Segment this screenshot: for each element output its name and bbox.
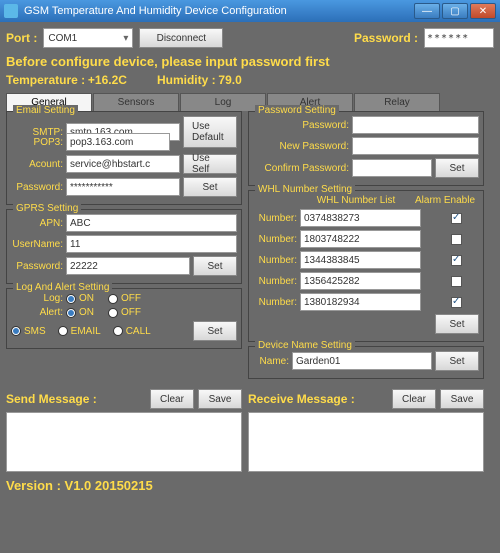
warning-text: Before configure device, please input pa… xyxy=(6,54,494,69)
recv-textarea[interactable] xyxy=(248,412,484,472)
whl-cb4[interactable] xyxy=(451,276,462,287)
maximize-button[interactable]: ▢ xyxy=(442,3,468,19)
gprs-group: GPRS Setting APN: UserName: Password:Set xyxy=(6,209,242,284)
sms-radio[interactable] xyxy=(11,326,21,336)
password-input[interactable] xyxy=(424,28,494,48)
pwset-pw-input[interactable] xyxy=(352,116,479,134)
tab-log[interactable]: Log xyxy=(180,93,266,111)
gprs-set-button[interactable]: Set xyxy=(193,256,237,276)
chevron-down-icon: ▾ xyxy=(123,33,128,44)
send-clear-button[interactable]: Clear xyxy=(150,389,194,409)
log-off-radio[interactable] xyxy=(108,294,118,304)
window-title: GSM Temperature And Humidity Device Conf… xyxy=(24,5,414,17)
recv-title: Receive Message : xyxy=(248,392,388,406)
gprs-pw-input[interactable] xyxy=(66,257,190,275)
alert-on-radio[interactable] xyxy=(66,308,76,318)
send-title: Send Message : xyxy=(6,392,146,406)
pwset-new-input[interactable] xyxy=(352,137,479,155)
minimize-button[interactable]: — xyxy=(414,3,440,19)
temp-label: Temperature : xyxy=(6,73,85,87)
logalert-group: Log And Alert Setting Log: ON OFF Alert:… xyxy=(6,288,242,349)
email-radio[interactable] xyxy=(58,326,68,336)
whl-set-button[interactable]: Set xyxy=(435,314,479,334)
logalert-set-button[interactable]: Set xyxy=(193,321,237,341)
pop3-input[interactable] xyxy=(66,133,170,151)
gprs-user-input[interactable] xyxy=(66,235,237,253)
port-combo[interactable]: COM1▾ xyxy=(43,28,133,48)
port-label: Port : xyxy=(6,31,37,45)
email-set-button[interactable]: Set xyxy=(183,177,237,197)
recv-clear-button[interactable]: Clear xyxy=(392,389,436,409)
apn-input[interactable] xyxy=(66,214,237,232)
devname-set-button[interactable]: Set xyxy=(435,351,479,371)
use-default-button[interactable]: Use Default xyxy=(183,116,237,148)
whl-cb2[interactable] xyxy=(451,234,462,245)
devname-input[interactable] xyxy=(292,352,432,370)
pwset-group: Password Setting Password: New Password:… xyxy=(248,111,484,186)
whl-cb5[interactable] xyxy=(451,297,462,308)
close-button[interactable]: ✕ xyxy=(470,3,496,19)
recv-save-button[interactable]: Save xyxy=(440,389,484,409)
password-label: Password : xyxy=(354,31,418,45)
whl-cb3[interactable] xyxy=(451,255,462,266)
whl-n2-input[interactable] xyxy=(300,230,421,248)
temp-value: +16.2C xyxy=(88,73,127,87)
titlebar: GSM Temperature And Humidity Device Conf… xyxy=(0,0,500,22)
whl-cb1[interactable] xyxy=(451,213,462,224)
hum-label: Humidity : xyxy=(157,73,216,87)
tab-relay[interactable]: Relay xyxy=(354,93,440,111)
whl-n3-input[interactable] xyxy=(300,251,421,269)
call-radio[interactable] xyxy=(113,326,123,336)
use-self-button[interactable]: Use Self xyxy=(183,154,237,174)
whl-n1-input[interactable] xyxy=(300,209,421,227)
pwset-set-button[interactable]: Set xyxy=(435,158,479,178)
app-icon xyxy=(4,4,18,18)
log-on-radio[interactable] xyxy=(66,294,76,304)
email-group: Email Setting SMTP:Use Default POP3: Aco… xyxy=(6,111,242,205)
account-input[interactable] xyxy=(66,155,180,173)
whl-n5-input[interactable] xyxy=(300,293,421,311)
devname-group: Device Name Setting Name:Set xyxy=(248,346,484,379)
disconnect-button[interactable]: Disconnect xyxy=(139,28,223,48)
pwset-conf-input[interactable] xyxy=(352,159,432,177)
version-text: Version : V1.0 20150215 xyxy=(6,478,494,493)
send-textarea[interactable] xyxy=(6,412,242,472)
email-pw-input[interactable] xyxy=(66,178,180,196)
alert-off-radio[interactable] xyxy=(108,308,118,318)
whl-group: WHL Number Setting WHL Number ListAlarm … xyxy=(248,190,484,342)
whl-n4-input[interactable] xyxy=(300,272,421,290)
send-save-button[interactable]: Save xyxy=(198,389,242,409)
hum-value: 79.0 xyxy=(218,73,241,87)
tab-sensors[interactable]: Sensors xyxy=(93,93,179,111)
